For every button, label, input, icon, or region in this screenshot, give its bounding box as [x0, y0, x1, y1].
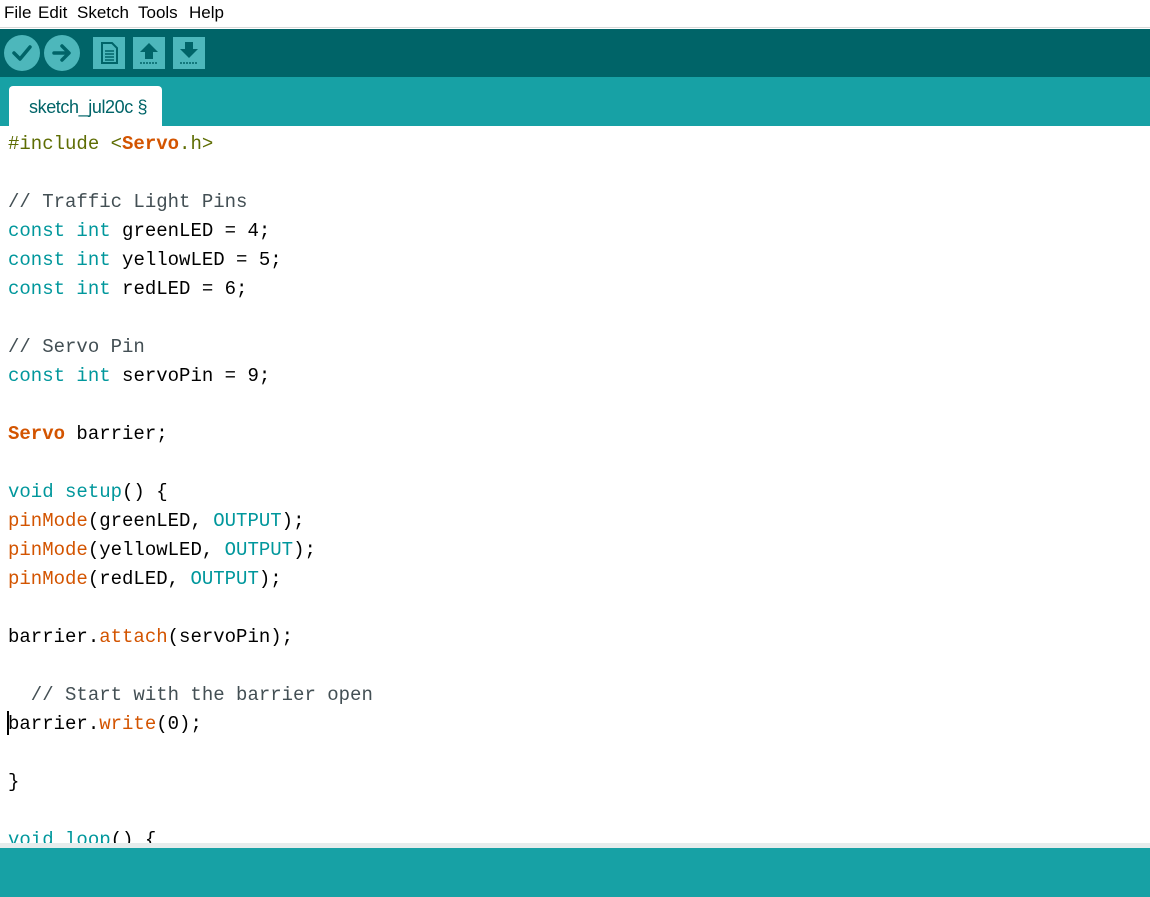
- code-token: pinMode: [8, 510, 88, 532]
- code-token: int: [76, 278, 111, 300]
- code-token: void: [8, 481, 54, 503]
- code-token: barrier.: [8, 626, 100, 648]
- code-token: (0);: [156, 713, 202, 735]
- console-bar: [0, 848, 1150, 897]
- code-line[interactable]: barrier.attach(servoPin);: [8, 623, 293, 652]
- code-token: pinMode: [8, 568, 88, 590]
- code-token: int: [76, 365, 111, 387]
- code-token: );: [258, 568, 282, 590]
- code-token: attach: [99, 626, 168, 648]
- code-token: OUTPUT: [190, 568, 259, 590]
- menu-edit[interactable]: Edit: [38, 3, 67, 23]
- code-token: const: [8, 278, 66, 300]
- code-token: (redLED,: [87, 568, 191, 590]
- code-line[interactable]: void setup() {: [8, 478, 168, 507]
- code-token: () {: [110, 829, 157, 843]
- code-token: barrier.: [8, 713, 100, 735]
- open-up-arrow-icon: [140, 43, 158, 64]
- code-line[interactable]: void loop() {: [8, 826, 156, 843]
- menu-sketch[interactable]: Sketch: [77, 3, 129, 23]
- code-line[interactable]: const int redLED = 6;: [8, 275, 247, 304]
- code-token: write: [99, 713, 157, 735]
- tab-sketch[interactable]: sketch_jul20c §: [9, 86, 162, 126]
- code-line[interactable]: #include <Servo.h>: [8, 130, 213, 159]
- code-token: );: [281, 510, 305, 532]
- verify-button[interactable]: [4, 35, 40, 71]
- code-line[interactable]: barrier.write(0);: [8, 710, 202, 739]
- code-token: loop: [65, 829, 111, 843]
- code-line[interactable]: Servo barrier;: [8, 420, 168, 449]
- code-token: .h>: [179, 133, 214, 155]
- code-token: OUTPUT: [224, 539, 294, 561]
- code-token: const: [8, 220, 66, 242]
- upload-button[interactable]: [44, 35, 80, 71]
- text-cursor: [7, 711, 9, 735]
- code-line[interactable]: // Traffic Light Pins: [8, 188, 247, 217]
- code-line[interactable]: const int greenLED = 4;: [8, 217, 270, 246]
- code-token: servoPin = 9;: [110, 365, 271, 387]
- code-token: <: [110, 133, 123, 155]
- code-token: (greenLED,: [87, 510, 214, 532]
- code-token: setup: [65, 481, 123, 503]
- code-token: int: [76, 249, 111, 271]
- code-editor[interactable]: #include <Servo.h>// Traffic Light Pins c…: [0, 126, 1150, 843]
- menu-help[interactable]: Help: [189, 3, 224, 23]
- code-token: greenLED = 4;: [110, 220, 271, 242]
- code-line[interactable]: const int yellowLED = 5;: [8, 246, 282, 275]
- open-button[interactable]: [133, 37, 165, 69]
- verify-checkmark-icon: [12, 45, 32, 61]
- code-token: // Servo Pin: [8, 336, 145, 358]
- code-line[interactable]: const int servoPin = 9;: [8, 362, 270, 391]
- code-token: int: [76, 220, 111, 242]
- code-token: );: [293, 539, 316, 561]
- tab-bar: sketch_jul20c §: [0, 77, 1150, 126]
- code-line[interactable]: // Start with the barrier open: [8, 681, 373, 710]
- upload-arrow-right-icon: [52, 44, 71, 62]
- code-token: const: [8, 249, 66, 271]
- code-line[interactable]: pinMode(greenLED, OUTPUT);: [8, 507, 304, 536]
- new-sketch-icon: [101, 42, 118, 64]
- new-sketch-button[interactable]: [93, 37, 125, 69]
- code-token: () {: [122, 481, 168, 503]
- code-line[interactable]: }: [8, 768, 19, 797]
- code-token: #include: [8, 133, 111, 155]
- code-token: }: [8, 771, 20, 793]
- tab-label: sketch_jul20c §: [29, 97, 148, 117]
- code-token: // Traffic Light Pins: [8, 191, 248, 213]
- code-token: // Start with the barrier open: [8, 684, 373, 706]
- toolbar: [0, 29, 1150, 77]
- code-token: pinMode: [8, 539, 88, 561]
- code-line[interactable]: // Servo Pin: [8, 333, 145, 362]
- code-token: barrier;: [65, 423, 168, 445]
- menu-bar: File Edit Sketch Tools Help: [0, 0, 1150, 28]
- code-token: (servoPin);: [167, 626, 294, 648]
- code-line[interactable]: pinMode(redLED, OUTPUT);: [8, 565, 282, 594]
- code-token: (yellowLED,: [87, 539, 225, 561]
- code-token: Servo: [8, 423, 66, 445]
- code-token: yellowLED = 5;: [110, 249, 282, 271]
- code-line[interactable]: pinMode(yellowLED, OUTPUT);: [8, 536, 316, 565]
- menu-file[interactable]: File: [4, 3, 31, 23]
- code-token: const: [8, 365, 66, 387]
- code-token: OUTPUT: [213, 510, 282, 532]
- save-button[interactable]: [173, 37, 205, 69]
- save-down-arrow-icon: [180, 42, 198, 64]
- menu-tools[interactable]: Tools: [138, 3, 178, 23]
- code-token: void: [8, 829, 54, 843]
- code-token: Servo: [122, 133, 180, 155]
- code-token: redLED = 6;: [110, 278, 248, 300]
